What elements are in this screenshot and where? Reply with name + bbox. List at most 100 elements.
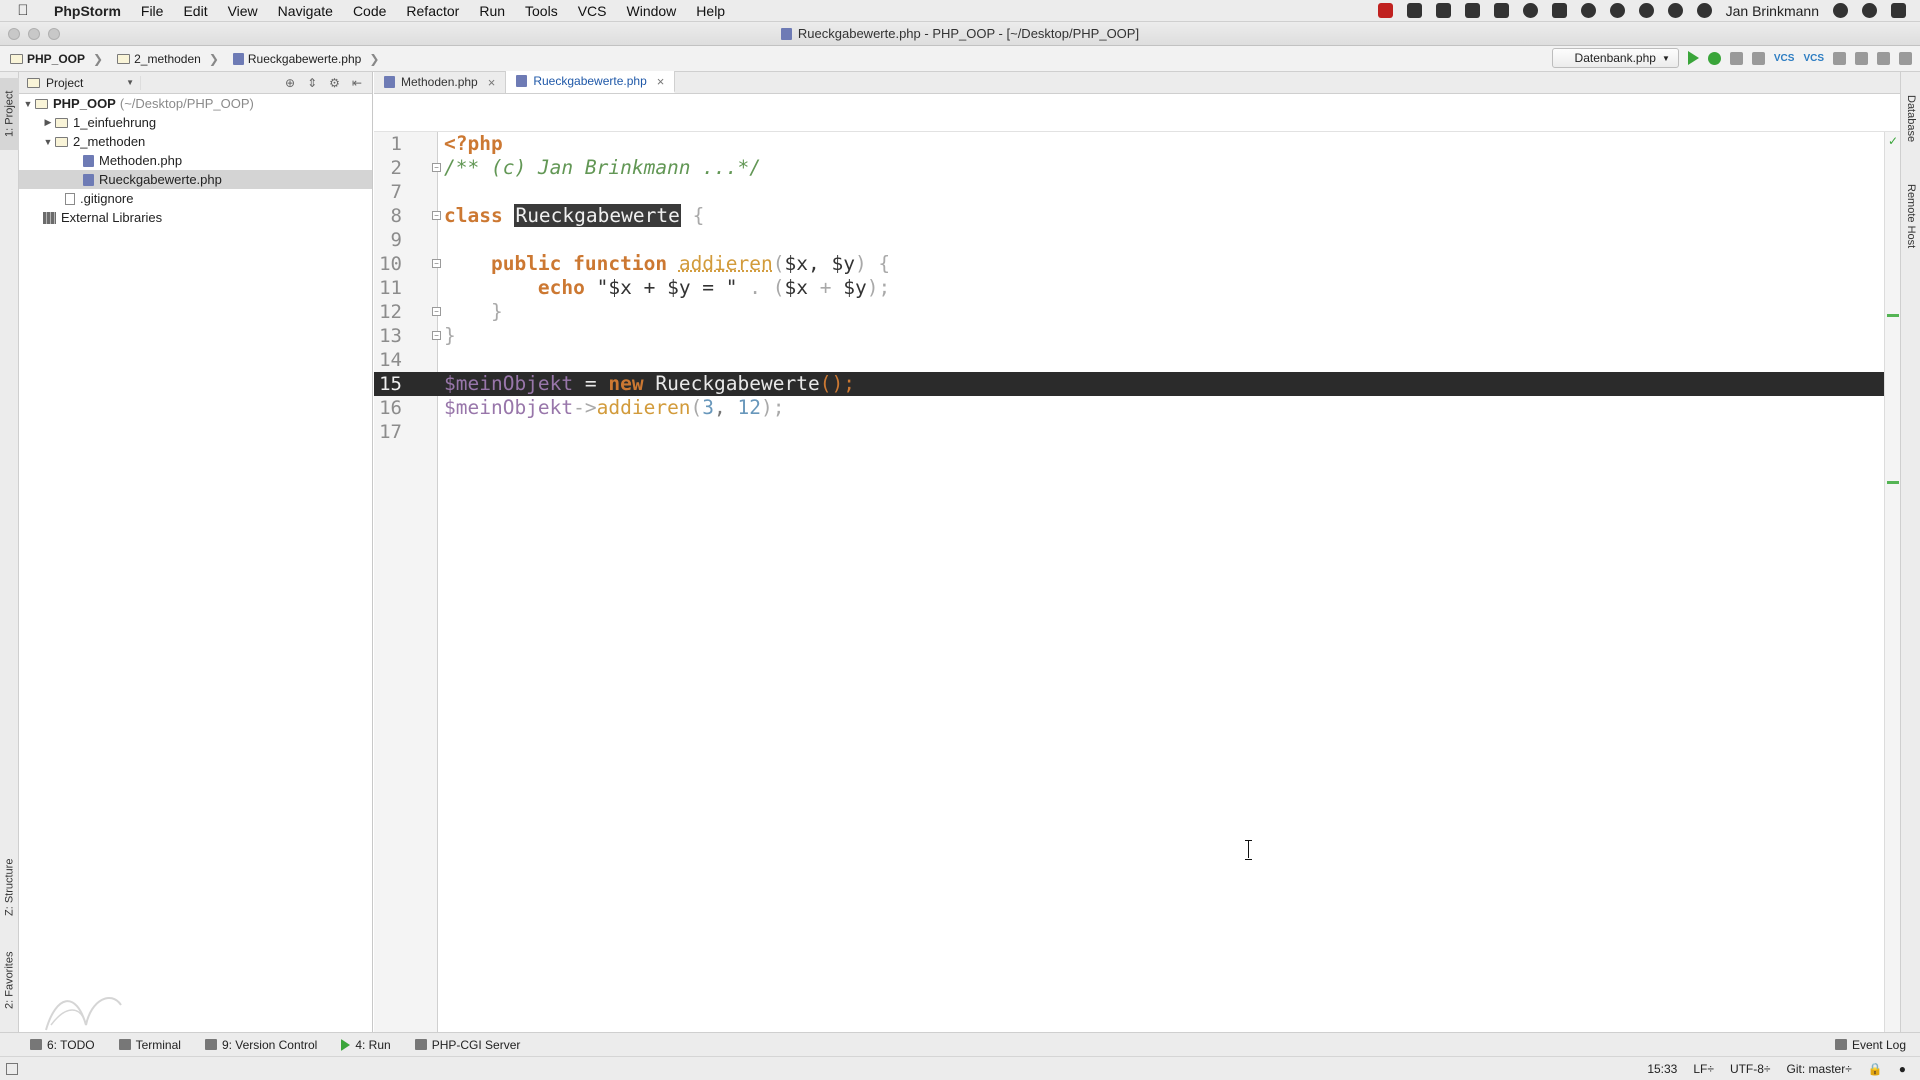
code-area[interactable]: <?php /** (c) Jan Brinkmann ...*/ class … (438, 132, 1884, 1032)
breadcrumb-file[interactable]: Rueckgabewerte.php ❯ (223, 52, 383, 66)
menu-code[interactable]: Code (343, 3, 396, 19)
close-tab-icon[interactable]: × (653, 74, 665, 89)
file-encoding[interactable]: UTF-8÷ (1730, 1062, 1771, 1076)
app-menu-phpstorm[interactable]: PhpStorm (46, 3, 131, 19)
debug-icon[interactable] (1707, 51, 1721, 65)
evernote-icon[interactable] (1551, 3, 1567, 18)
menu-navigate[interactable]: Navigate (268, 3, 343, 19)
code-editor[interactable]: 1 2 7 8 9 10 11 12 13 14 15 16 17 − − − … (374, 94, 1900, 1032)
info-icon[interactable] (1580, 3, 1596, 18)
box-icon[interactable] (1493, 3, 1509, 18)
code-line-12[interactable]: } (438, 300, 1884, 324)
code-line-1[interactable]: <?php (438, 132, 1884, 156)
code-line-9[interactable] (438, 228, 1884, 252)
vcs-history-icon[interactable] (1855, 51, 1868, 65)
tool-tab-structure[interactable]: Z: Structure (0, 842, 19, 932)
close-tab-icon[interactable]: × (484, 75, 496, 90)
dropbox-icon[interactable] (1406, 3, 1422, 18)
volume-icon[interactable] (1638, 3, 1654, 18)
tree-item-2-methoden[interactable]: ▼ 2_methoden (19, 132, 372, 151)
change-marker[interactable] (1887, 481, 1899, 484)
vcs-compare-icon[interactable] (1833, 51, 1846, 65)
creative-cloud-icon[interactable] (1609, 3, 1625, 18)
tool-run[interactable]: 4: Run (329, 1038, 402, 1052)
time-machine-icon[interactable] (1696, 3, 1712, 18)
tree-item-rueckgabewerte-php[interactable]: Rueckgabewerte.php (19, 170, 372, 189)
menu-run[interactable]: Run (469, 3, 515, 19)
code-line-11[interactable]: echo "$x + $y = " . ($x + $y); (438, 276, 1884, 300)
menu-view[interactable]: View (218, 3, 268, 19)
hide-panel-icon[interactable]: ⇤ (352, 76, 362, 90)
tree-item-gitignore[interactable]: .gitignore (19, 189, 372, 208)
tab-rueckgabewerte-php[interactable]: Rueckgabewerte.php × (506, 71, 676, 93)
inspector-icon[interactable]: ● (1899, 1062, 1906, 1076)
caret-position[interactable]: 15:33 (1647, 1062, 1677, 1076)
code-line-10[interactable]: public function addieren($x, $y) { (438, 252, 1884, 276)
menu-edit[interactable]: Edit (173, 3, 217, 19)
tool-tab-remote-host[interactable]: Remote Host (1901, 168, 1920, 264)
tree-item-1-einfuehrung[interactable]: ▶ 1_einfuehrung (19, 113, 372, 132)
tool-tab-project[interactable]: 1: Project (0, 78, 19, 150)
breadcrumb-project[interactable]: PHP_OOP ❯ (0, 52, 107, 66)
tool-tab-favorites[interactable]: 2: Favorites (0, 940, 19, 1020)
menu-vcs[interactable]: VCS (568, 3, 617, 19)
line-number-gutter[interactable]: 1 2 7 8 9 10 11 12 13 14 15 16 17 − − − … (374, 132, 441, 1032)
close-window-button[interactable] (8, 28, 20, 40)
toggle-tool-windows-icon[interactable] (6, 1062, 18, 1075)
drive-icon[interactable] (1464, 3, 1480, 18)
menu-tools[interactable]: Tools (515, 3, 568, 19)
revert-icon[interactable] (1877, 51, 1890, 65)
menu-file[interactable]: File (131, 3, 174, 19)
stop-icon[interactable] (1751, 51, 1765, 65)
search-everywhere-icon[interactable] (1899, 51, 1912, 65)
tool-tab-database[interactable]: Database (1901, 80, 1920, 158)
recording-icon[interactable] (1377, 3, 1393, 18)
check-icon[interactable]: ✓ (1888, 134, 1898, 148)
code-line-17[interactable] (438, 420, 1884, 444)
code-line-7[interactable] (438, 180, 1884, 204)
leaf-icon[interactable] (1522, 3, 1538, 18)
git-branch[interactable]: Git: master÷ (1787, 1062, 1852, 1076)
code-line-15-current[interactable]: $meinObjekt = new Rueckgabewerte(); (438, 372, 1884, 396)
gear-icon[interactable]: ⚙ (329, 76, 340, 90)
expanded-arrow-icon[interactable]: ▼ (21, 99, 35, 109)
vcs-commit-icon[interactable]: VCS (1803, 53, 1824, 64)
tab-methoden-php[interactable]: Methoden.php × (374, 71, 507, 93)
run-icon[interactable] (1687, 51, 1699, 65)
user-name[interactable]: Jan Brinkmann (1726, 3, 1819, 19)
bluetooth-icon[interactable] (1667, 3, 1683, 18)
tree-item-methoden-php[interactable]: Methoden.php (19, 151, 372, 170)
tool-php-cgi-server[interactable]: PHP-CGI Server (403, 1038, 533, 1052)
plus-cross-icon[interactable] (1435, 3, 1451, 18)
lock-icon[interactable]: 🔒 (1868, 1062, 1883, 1076)
expanded-arrow-icon[interactable]: ▼ (41, 137, 55, 147)
code-line-16[interactable]: $meinObjekt->addieren(3, 12); (438, 396, 1884, 420)
minimize-window-button[interactable] (28, 28, 40, 40)
scroll-from-source-icon[interactable]: ⊕ (285, 76, 295, 90)
change-marker[interactable] (1887, 314, 1899, 317)
breadcrumb-folder[interactable]: 2_methoden ❯ (107, 52, 223, 66)
menu-help[interactable]: Help (686, 3, 735, 19)
zoom-window-button[interactable] (48, 28, 60, 40)
project-view-select[interactable]: Project ▼ (27, 75, 141, 90)
menu-window[interactable]: Window (617, 3, 687, 19)
tree-item-external-libraries[interactable]: External Libraries (19, 208, 372, 227)
apple-menu-icon[interactable]:  (0, 2, 46, 19)
listen-debug-icon[interactable] (1729, 51, 1743, 65)
collapsed-arrow-icon[interactable]: ▶ (41, 117, 55, 128)
code-line-8[interactable]: class Rueckgabewerte { (438, 204, 1884, 228)
siri-icon[interactable] (1862, 3, 1877, 18)
collapse-all-icon[interactable]: ⇕ (307, 76, 317, 90)
vcs-update-icon[interactable]: VCS (1774, 53, 1795, 64)
code-line-13[interactable]: } (438, 324, 1884, 348)
tool-terminal[interactable]: Terminal (107, 1038, 193, 1052)
tool-todo[interactable]: 6: TODO (0, 1038, 107, 1052)
spotlight-search-icon[interactable] (1833, 3, 1848, 18)
code-line-14[interactable] (438, 348, 1884, 372)
tool-event-log[interactable]: Event Log (1834, 1038, 1920, 1052)
error-stripe[interactable]: ✓ (1884, 132, 1900, 1032)
run-configuration-select[interactable]: Datenbank.php ▼ (1551, 48, 1679, 68)
line-separator[interactable]: LF÷ (1693, 1062, 1714, 1076)
tree-item-php-oop[interactable]: ▼ PHP_OOP (~/Desktop/PHP_OOP) (19, 94, 372, 113)
code-line-2[interactable]: /** (c) Jan Brinkmann ...*/ (438, 156, 1884, 180)
